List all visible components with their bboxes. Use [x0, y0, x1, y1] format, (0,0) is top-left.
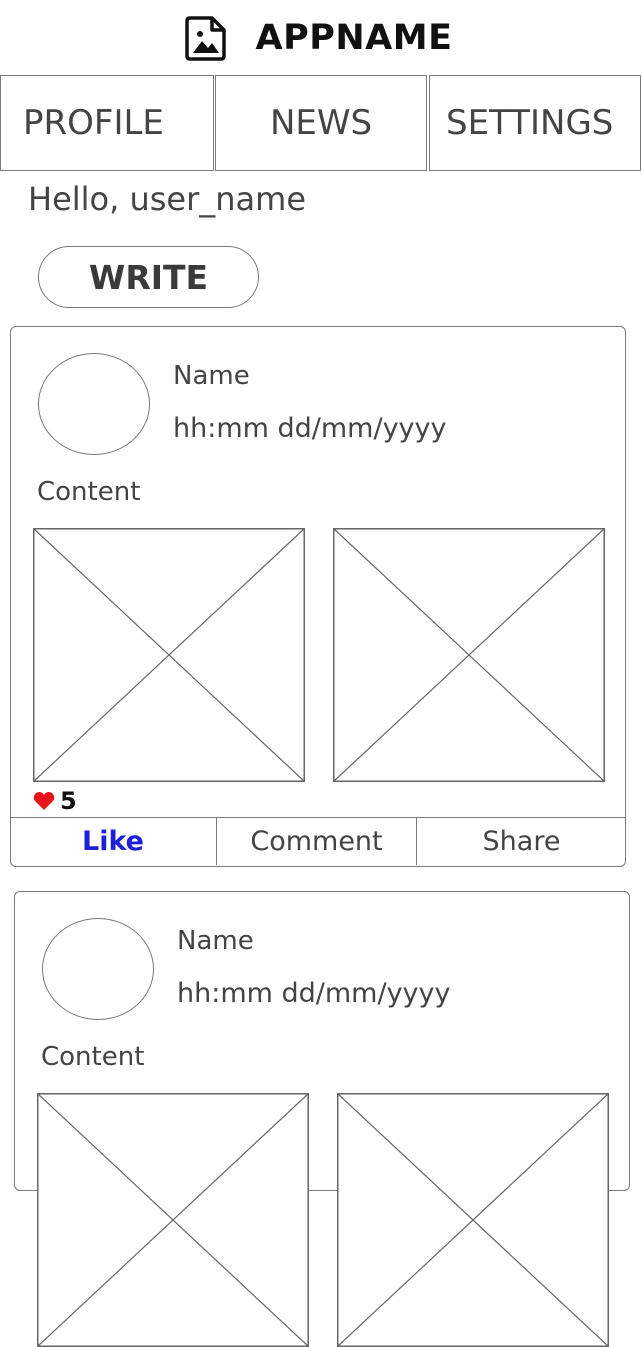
post-author-name[interactable]: Name: [173, 361, 250, 391]
post-content: Content: [41, 1042, 145, 1072]
app-header: APPNAME: [0, 0, 642, 76]
image-placeholder[interactable]: [333, 528, 605, 782]
like-button[interactable]: Like: [10, 818, 216, 865]
like-count: 5: [33, 787, 77, 815]
tab-profile[interactable]: PROFILE: [0, 75, 214, 171]
app-title: APPNAME: [255, 18, 453, 58]
image-placeholder[interactable]: [337, 1093, 609, 1347]
image-placeholder[interactable]: [37, 1093, 309, 1347]
avatar[interactable]: [38, 353, 150, 455]
post-card: Name hh:mm dd/mm/yyyy Content 5 Like Com…: [10, 326, 626, 867]
main-nav: PROFILE NEWS SETTINGS: [0, 75, 642, 173]
tab-news[interactable]: NEWS: [215, 75, 427, 171]
post-timestamp: hh:mm dd/mm/yyyy: [173, 413, 447, 444]
post-author-name[interactable]: Name: [177, 926, 254, 956]
image-file-icon: [185, 16, 227, 61]
comment-button[interactable]: Comment: [216, 818, 417, 865]
avatar[interactable]: [42, 918, 154, 1020]
heart-icon: [33, 792, 55, 810]
tab-settings[interactable]: SETTINGS: [429, 75, 641, 171]
greeting-text: Hello, user_name: [28, 180, 306, 218]
write-button[interactable]: WRITE: [38, 246, 259, 308]
like-count-value: 5: [60, 787, 77, 815]
post-content: Content: [37, 477, 141, 507]
post-timestamp: hh:mm dd/mm/yyyy: [177, 978, 451, 1009]
share-button[interactable]: Share: [417, 818, 626, 865]
image-placeholder[interactable]: [33, 528, 305, 782]
post-actions: Like Comment Share: [10, 817, 626, 866]
post-card: Name hh:mm dd/mm/yyyy Content: [14, 891, 630, 1347]
